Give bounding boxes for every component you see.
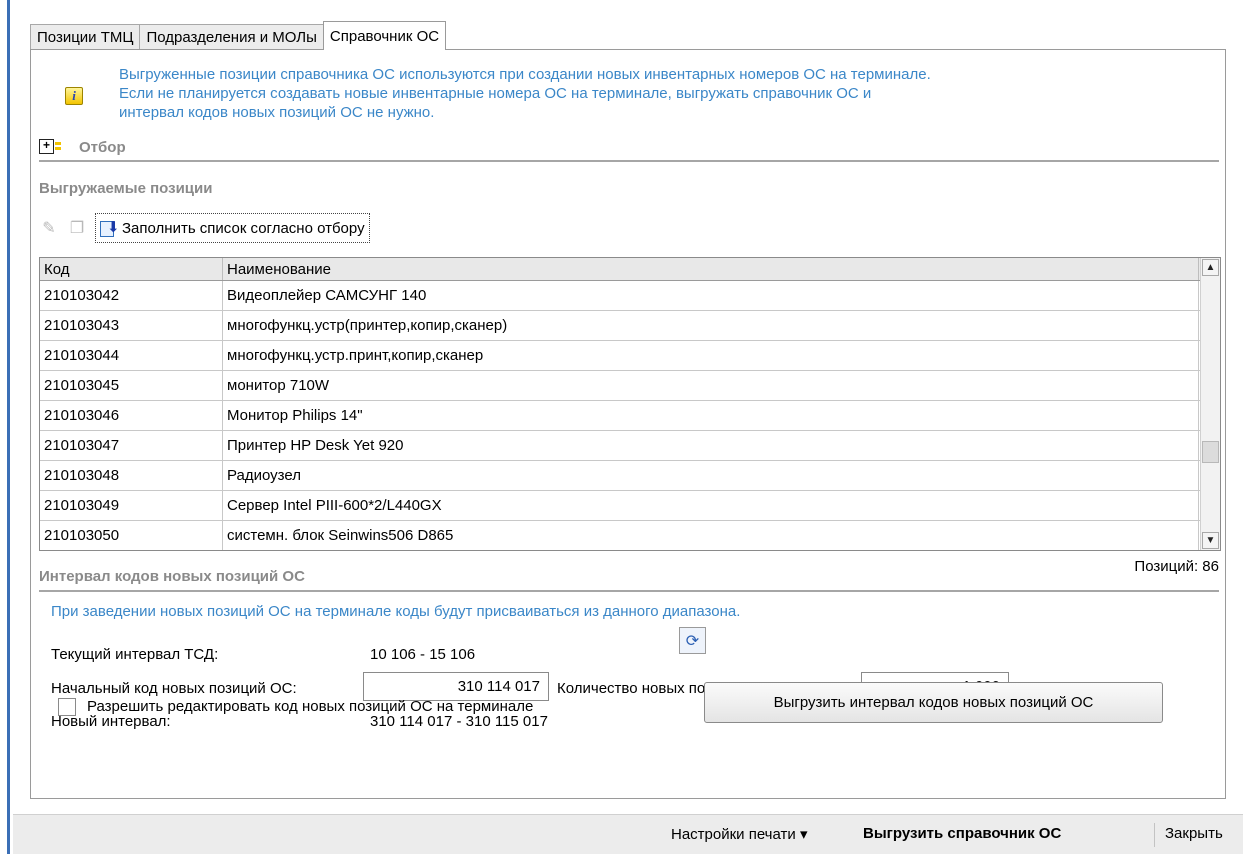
export-catalog-button[interactable]: Выгрузить справочник ОС (863, 825, 1061, 842)
export-interval-button[interactable]: Выгрузить интервал кодов новых позиций О… (704, 682, 1163, 723)
fill-by-filter-button[interactable]: Заполнить список согласно отбору (95, 213, 370, 243)
cell-name: Принтер HP Desk Yet 920 (223, 431, 1199, 460)
cell-name: Видеоплейер САМСУНГ 140 (223, 281, 1199, 310)
edit-disabled-icon[interactable]: ✎ (39, 218, 59, 238)
column-header-name[interactable]: Наименование (223, 258, 1199, 280)
cell-code: 210103050 (40, 521, 223, 550)
tab-os-catalog[interactable]: Справочник ОС (322, 21, 447, 50)
command-separator (1154, 823, 1155, 847)
tab-departments-mol[interactable]: Подразделения и МОЛы (139, 24, 324, 50)
cell-name: системн. блок Seinwins506 D865 (223, 521, 1199, 550)
scroll-down-icon[interactable]: ▼ (1202, 532, 1219, 549)
tab-tmc-positions[interactable]: Позиции ТМЦ (30, 24, 141, 50)
cell-code: 210103045 (40, 371, 223, 400)
expand-filter-icon[interactable]: + (39, 139, 61, 154)
cell-code: 210103047 (40, 431, 223, 460)
start-code-input[interactable]: 310 114 017 (363, 672, 549, 701)
cell-code: 210103042 (40, 281, 223, 310)
table-row[interactable]: 210103045 монитор 710W (40, 371, 1220, 401)
info-text: Выгруженные позиции справочника ОС испол… (119, 65, 1209, 122)
table-row[interactable]: 210103044 многофункц.устр.принт,копир,ска… (40, 341, 1220, 371)
fill-by-filter-label: Заполнить список согласно отбору (122, 219, 365, 237)
positions-toolbar: ✎ ❐ Заполнить список согласно отбору (39, 213, 370, 243)
current-interval-label: Текущий интервал ТСД: (51, 646, 219, 663)
column-header-code[interactable]: Код (40, 258, 223, 280)
cell-name: Монитор Philips 14" (223, 401, 1199, 430)
table-row[interactable]: 210103048 Радиоузел (40, 461, 1220, 491)
table-header: Код Наименование (40, 258, 1220, 281)
scroll-up-icon[interactable]: ▲ (1202, 259, 1219, 276)
filter-group-header[interactable]: Отбор (79, 139, 126, 156)
interval-header: Интервал кодов новых позиций ОС (39, 568, 305, 585)
close-button[interactable]: Закрыть (1165, 825, 1223, 842)
table-row[interactable]: 210103043 многофункц.устр(принтер,копир,с… (40, 311, 1220, 341)
allow-edit-label[interactable]: Разрешить редактировать код новых позици… (87, 698, 533, 715)
interval-note: При заведении новых позиций ОС на термин… (51, 603, 741, 620)
refresh-icon: ⟳ (685, 632, 700, 650)
print-settings-button[interactable]: Настройки печати ▾ (671, 825, 807, 843)
cell-code: 210103048 (40, 461, 223, 490)
positions-count: Позиций: 86 (1134, 558, 1219, 575)
chevron-down-icon: ▾ (799, 826, 808, 843)
cell-name: многофункц.устр.принт,копир,сканер (223, 341, 1199, 370)
cell-code: 210103044 (40, 341, 223, 370)
cell-name: Сервер Intel PIII-600*2/L440GX (223, 491, 1199, 520)
fill-list-icon (100, 219, 120, 237)
cell-code: 210103046 (40, 401, 223, 430)
table-row[interactable]: 210103050 системн. блок Seinwins506 D865 (40, 521, 1220, 550)
tab-panel: i Выгруженные позиции справочника ОС исп… (30, 49, 1226, 799)
table-row[interactable]: 210103042 Видеоплейер САМСУНГ 140 (40, 281, 1220, 311)
new-interval-value: 310 114 017 - 310 115 017 (370, 713, 548, 730)
info-icon: i (65, 87, 83, 105)
cell-name: многофункц.устр(принтер,копир,сканер) (223, 311, 1199, 340)
positions-table[interactable]: Код Наименование 210103042 Видеоплейер СА… (39, 257, 1221, 551)
filter-divider (39, 160, 1219, 162)
cell-name: Радиоузел (223, 461, 1199, 490)
info-line-1: Выгруженные позиции справочника ОС испол… (119, 66, 931, 83)
table-row[interactable]: 210103049 Сервер Intel PIII-600*2/L440GX (40, 491, 1220, 521)
info-line-2: Если не планируется создавать новые инве… (119, 85, 872, 102)
cell-code: 210103043 (40, 311, 223, 340)
start-code-label: Начальный код новых позиций ОС: (51, 680, 297, 697)
table-row[interactable]: 210103046 Монитор Philips 14" (40, 401, 1220, 431)
table-row[interactable]: 210103047 Принтер HP Desk Yet 920 (40, 431, 1220, 461)
scroll-thumb[interactable] (1202, 441, 1219, 463)
export-positions-header: Выгружаемые позиции (39, 180, 213, 197)
refresh-interval-button[interactable]: ⟳ (679, 627, 706, 654)
allow-edit-checkbox[interactable] (58, 698, 76, 716)
cell-name: монитор 710W (223, 371, 1199, 400)
tab-bar: Позиции ТМЦ Подразделения и МОЛы Справоч… (30, 21, 447, 50)
window-left-border (0, 0, 10, 854)
current-interval-value: 10 106 - 15 106 (370, 646, 476, 663)
cell-code: 210103049 (40, 491, 223, 520)
copy-disabled-icon[interactable]: ❐ (67, 218, 87, 238)
interval-divider (39, 590, 1219, 592)
info-line-3: интервал кодов новых позиций ОС не нужно… (119, 104, 435, 121)
bottom-command-bar: Настройки печати ▾ Выгрузить справочник … (13, 814, 1243, 854)
print-settings-label: Настройки печати (671, 826, 796, 843)
table-scrollbar[interactable]: ▲ ▼ (1200, 258, 1220, 550)
